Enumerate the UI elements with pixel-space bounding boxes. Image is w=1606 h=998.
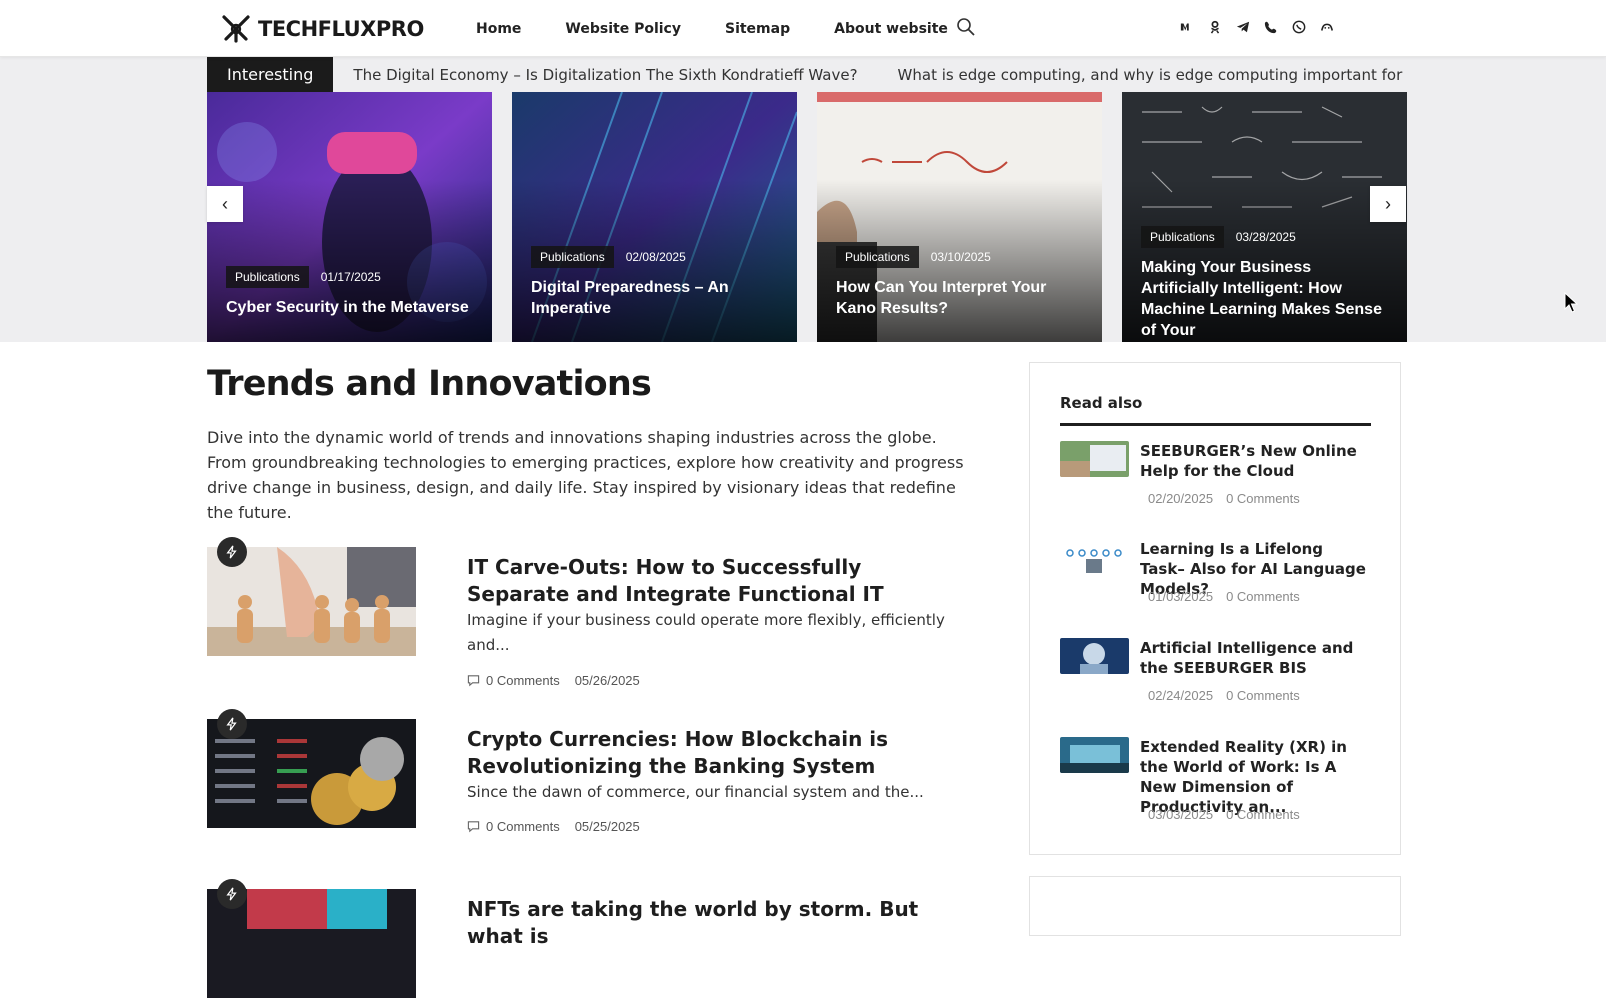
slide-category[interactable]: Publications: [1141, 226, 1224, 248]
read-also-comments[interactable]: 0 Comments: [1226, 491, 1300, 506]
widget-title: Read also: [1060, 394, 1143, 412]
nav-website-policy[interactable]: Website Policy: [565, 21, 681, 37]
read-also-title[interactable]: Artificial Intelligence and the SEEBURGE…: [1140, 638, 1370, 678]
carousel-slide[interactable]: Publications 03/28/2025 Making Your Busi…: [1122, 92, 1407, 342]
main-nav: Home Website Policy Sitemap About websit…: [476, 0, 992, 57]
social-links: [1178, 16, 1335, 38]
post-meta: 0 Comments 05/26/2025: [467, 673, 640, 688]
slide-title: Digital Preparedness – An Imperative: [531, 279, 729, 317]
carousel-slide[interactable]: Publications 01/17/2025 Cyber Security i…: [207, 92, 492, 342]
post-title[interactable]: Crypto Currencies: How Blockchain is Rev…: [467, 726, 947, 780]
lightning-icon: [217, 537, 247, 567]
site-logo[interactable]: TECHFLUXPRO: [220, 13, 424, 45]
mouse-cursor-icon: [1564, 292, 1578, 313]
read-also-comments[interactable]: 0 Comments: [1226, 807, 1300, 822]
nav-sitemap[interactable]: Sitemap: [725, 21, 790, 37]
lightning-icon: [217, 879, 247, 909]
vk-icon[interactable]: [1178, 16, 1195, 38]
site-header: TECHFLUXPRO Home Website Policy Sitemap …: [0, 0, 1606, 57]
read-also-date: 03/03/2025: [1148, 807, 1214, 822]
read-also-widget: Read also SEEBURGER’s New Online Help fo…: [1029, 362, 1401, 855]
nav-about-website[interactable]: About website: [834, 21, 948, 37]
read-also-thumbnail[interactable]: [1060, 441, 1129, 477]
post-comments[interactable]: 0 Comments: [467, 819, 560, 834]
read-also-date: 02/24/2025: [1148, 688, 1214, 703]
carousel-slide[interactable]: Publications 03/10/2025 How Can You Inte…: [817, 92, 1102, 342]
read-also-thumbnail[interactable]: [1060, 539, 1129, 575]
post-card: Crypto Currencies: How Blockchain is Rev…: [207, 709, 967, 849]
slide-title: Making Your Business Artificially Intell…: [1141, 259, 1382, 339]
carousel-slide[interactable]: Publications 02/08/2025 Digital Prepared…: [512, 92, 797, 342]
read-also-comments[interactable]: 0 Comments: [1226, 688, 1300, 703]
post-title[interactable]: NFTs are taking the world by storm. But …: [467, 896, 947, 950]
page-description: Dive into the dynamic world of trends an…: [207, 428, 964, 522]
ticker-item[interactable]: The Digital Economy – Is Digitalization …: [353, 66, 857, 84]
post-excerpt: Imagine if your business could operate m…: [467, 611, 945, 654]
post-comments[interactable]: 0 Comments: [467, 673, 560, 688]
post-date: 05/26/2025: [574, 673, 640, 688]
slide-date: 03/28/2025: [1235, 230, 1296, 244]
page-title: Trends and Innovations: [207, 364, 652, 404]
carousel-prev-button[interactable]: ‹: [207, 186, 243, 222]
carousel-next-button[interactable]: ›: [1370, 186, 1406, 222]
read-also-date: 01/03/2025: [1148, 589, 1214, 604]
news-ticker: Interesting The Digital Economy – Is Dig…: [207, 57, 1407, 92]
slide-category[interactable]: Publications: [836, 246, 919, 268]
post-excerpt: Since the dawn of commerce, our financia…: [467, 783, 924, 801]
slide-title: Cyber Security in the Metaverse: [226, 299, 469, 316]
max-icon[interactable]: [1318, 16, 1335, 38]
search-icon[interactable]: [956, 17, 976, 37]
read-also-thumbnail[interactable]: [1060, 638, 1129, 674]
post-card: NFTs are taking the world by storm. But …: [207, 879, 967, 998]
telegram-icon[interactable]: [1234, 16, 1251, 38]
whatsapp-icon[interactable]: [1290, 16, 1307, 38]
odnoklassniki-icon[interactable]: [1206, 16, 1223, 38]
sidebar-widget: [1029, 876, 1401, 936]
slide-title: How Can You Interpret Your Kano Results?: [836, 279, 1047, 317]
slide-date: 01/17/2025: [320, 270, 381, 284]
post-comments-label: 0 Comments: [486, 673, 560, 688]
logo-icon: [222, 15, 250, 43]
read-also-date: 02/20/2025: [1148, 491, 1214, 506]
ticker-label: Interesting: [207, 57, 334, 92]
featured-strip: Interesting The Digital Economy – Is Dig…: [0, 57, 1606, 342]
nav-home[interactable]: Home: [476, 21, 521, 37]
read-also-title[interactable]: Extended Reality (XR) in the World of Wo…: [1140, 737, 1370, 817]
comment-icon: [467, 675, 480, 687]
read-also-comments[interactable]: 0 Comments: [1226, 589, 1300, 604]
ticker-item[interactable]: What is edge computing, and why is edge …: [898, 66, 1407, 84]
read-also-thumbnail[interactable]: [1060, 737, 1129, 773]
logo-text: TECHFLUXPRO: [258, 17, 424, 41]
featured-carousel: Publications 01/17/2025 Cyber Security i…: [207, 92, 1407, 342]
lightning-icon: [217, 709, 247, 739]
post-card: IT Carve-Outs: How to Successfully Separ…: [207, 537, 967, 688]
comment-icon: [467, 821, 480, 833]
viber-icon[interactable]: [1262, 16, 1279, 38]
slide-date: 02/08/2025: [625, 250, 686, 264]
widget-divider: [1060, 423, 1371, 426]
post-meta: 0 Comments 05/25/2025: [467, 819, 640, 834]
slide-category[interactable]: Publications: [531, 246, 614, 268]
slide-date: 03/10/2025: [930, 250, 991, 264]
post-title[interactable]: IT Carve-Outs: How to Successfully Separ…: [467, 554, 947, 608]
post-date: 05/25/2025: [574, 819, 640, 834]
read-also-title[interactable]: SEEBURGER’s New Online Help for the Clou…: [1140, 441, 1370, 481]
slide-category[interactable]: Publications: [226, 266, 309, 288]
post-comments-label: 0 Comments: [486, 819, 560, 834]
ticker-items: The Digital Economy – Is Digitalization …: [353, 66, 1407, 84]
